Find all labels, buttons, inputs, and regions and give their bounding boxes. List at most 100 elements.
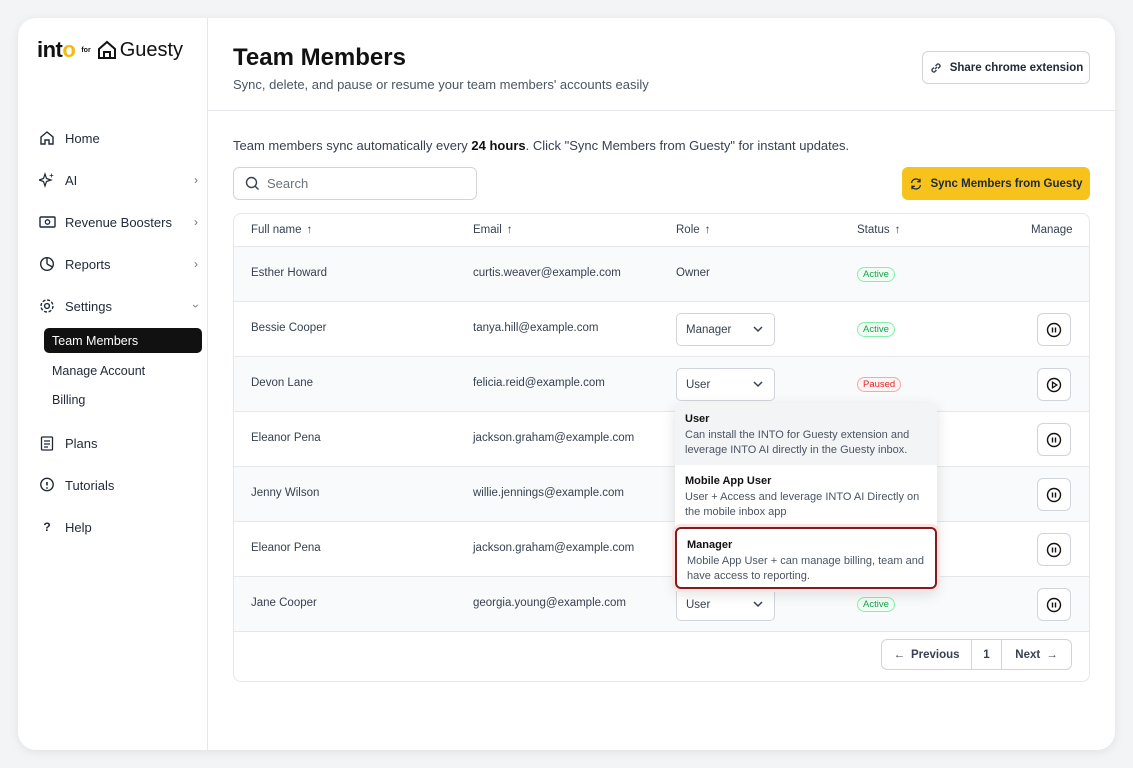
chevron-down-icon: › (189, 304, 203, 308)
sidebar-item-label: Revenue Boosters (65, 214, 172, 230)
column-header-status[interactable]: Status ↑ (857, 224, 900, 236)
pause-icon (1046, 597, 1062, 612)
page-title: Team Members (233, 44, 406, 71)
home-icon (38, 129, 56, 147)
column-header-label: Status (857, 224, 890, 236)
info-bubble-icon (38, 476, 56, 494)
chevron-down-icon (753, 601, 763, 608)
guesty-text: Guesty (119, 38, 184, 61)
member-name: Eleanor Pena (251, 432, 321, 444)
gear-icon (38, 297, 56, 315)
sidebar-item-tutorials[interactable]: Tutorials (38, 472, 198, 498)
pause-button[interactable] (1037, 423, 1071, 456)
money-icon (38, 213, 56, 231)
member-email: felicia.reid@example.com (473, 377, 605, 389)
share-chrome-extension-button[interactable]: Share chrome extension (922, 51, 1090, 84)
table-row: Esther Howard curtis.weaver@example.com … (234, 247, 1089, 302)
chevron-down-icon (753, 381, 763, 388)
sort-arrow-icon: ↑ (894, 224, 901, 236)
role-select-value: User (686, 598, 711, 611)
chevron-right-icon: › (194, 257, 198, 271)
table-row: Eleanor Pena jackson.graham@example.com (234, 412, 1089, 467)
app-window: into for Guesty Home AI › Revenue Booste… (18, 18, 1115, 750)
member-email: curtis.weaver@example.com (473, 267, 621, 279)
member-email: willie.jennings@example.com (473, 487, 625, 499)
member-email: georgia.young@example.com (473, 597, 626, 609)
chevron-right-icon: › (194, 215, 198, 229)
page-number-button[interactable]: 1 (972, 640, 1002, 669)
chevron-right-icon: › (194, 173, 198, 187)
member-name: Jenny Wilson (251, 487, 320, 499)
member-email: tanya.hill@example.com (473, 322, 599, 334)
pause-button[interactable] (1037, 533, 1071, 566)
role-select-value: User (686, 378, 711, 391)
member-name: Esther Howard (251, 267, 328, 279)
sidebar-item-plans[interactable]: Plans (38, 430, 198, 456)
sidebar-item-billing[interactable]: Billing (44, 387, 202, 412)
role-select[interactable]: User (676, 588, 775, 621)
sidebar-item-help[interactable]: ? Help (38, 514, 198, 540)
status-badge: Active (857, 267, 895, 282)
table-row: Devon Lane felicia.reid@example.com User… (234, 357, 1089, 412)
column-header-name[interactable]: Full name ↑ (251, 224, 312, 236)
sparkle-icon (38, 171, 56, 189)
sidebar: into for Guesty Home AI › Revenue Booste… (18, 18, 208, 750)
sidebar-item-reports[interactable]: Reports › (38, 251, 198, 277)
resume-button[interactable] (1037, 368, 1071, 401)
role-option-user[interactable]: User Can install the INTO for Guesty ext… (675, 403, 937, 465)
sidebar-item-ai[interactable]: AI › (38, 167, 198, 193)
sidebar-item-team-members[interactable]: Team Members (44, 328, 202, 353)
role-option-mobile-app-user[interactable]: Mobile App User User + Access and levera… (675, 465, 937, 527)
logo: into for Guesty (37, 37, 184, 62)
search-icon (245, 176, 259, 190)
table-header: Full name ↑ Email ↑ Role ↑ Status ↑ Manage (234, 214, 1089, 247)
play-icon (1046, 377, 1062, 392)
info-suffix: . Click "Sync Members from Guesty" for i… (525, 138, 850, 153)
role-option-manager[interactable]: Manager Mobile App User + can manage bil… (675, 527, 937, 589)
role-option-title: User (685, 413, 710, 425)
pie-chart-icon (38, 255, 56, 273)
column-header-role[interactable]: Role ↑ (676, 224, 710, 236)
arrow-left-icon: ← (893, 648, 905, 661)
clipboard-icon (38, 434, 56, 452)
status-badge: Active (857, 597, 895, 612)
info-prefix: Team members sync automatically every (233, 138, 472, 153)
member-email: jackson.graham@example.com (473, 432, 635, 444)
pagination: ← Previous 1 Next → (881, 639, 1072, 670)
table-row: Jane Cooper georgia.young@example.com Us… (234, 577, 1089, 632)
sidebar-item-manage-account[interactable]: Manage Account (44, 358, 202, 383)
status-badge: Active (857, 322, 895, 337)
sidebar-item-label: AI (65, 172, 78, 188)
role-select[interactable]: User (676, 368, 775, 401)
sidebar-item-revenue-boosters[interactable]: Revenue Boosters › (38, 209, 198, 235)
role-select-value: Manager (686, 323, 732, 336)
table-row: Bessie Cooper tanya.hill@example.com Man… (234, 302, 1089, 357)
house-icon (97, 40, 116, 59)
column-header-label: Role (676, 224, 700, 236)
role-dropdown-menu: User Can install the INTO for Guesty ext… (675, 403, 937, 590)
sidebar-item-label: Plans (65, 435, 98, 451)
next-page-button[interactable]: Next → (1002, 640, 1071, 669)
previous-page-button[interactable]: ← Previous (882, 640, 972, 669)
role-option-title: Manager (687, 539, 733, 551)
sort-arrow-icon: ↑ (704, 224, 711, 236)
sync-members-button[interactable]: Sync Members from Guesty (902, 167, 1090, 200)
pause-button[interactable] (1037, 478, 1071, 511)
team-members-table: Full name ↑ Email ↑ Role ↑ Status ↑ Manage E… (233, 213, 1090, 682)
sort-arrow-icon: ↑ (506, 224, 513, 236)
arrow-right-icon: → (1046, 648, 1058, 661)
member-name: Eleanor Pena (251, 542, 321, 554)
column-header-email[interactable]: Email ↑ (473, 224, 513, 236)
pause-button[interactable] (1037, 588, 1071, 621)
pause-button[interactable] (1037, 313, 1071, 346)
page-subtitle: Sync, delete, and pause or resume your t… (233, 77, 649, 92)
search-input[interactable]: Search (233, 167, 477, 200)
column-header-label: Email (473, 224, 502, 236)
role-select[interactable]: Manager (676, 313, 775, 346)
question-icon: ? (43, 520, 51, 534)
sync-icon (911, 177, 922, 190)
sidebar-item-home[interactable]: Home (38, 125, 198, 151)
sidebar-item-settings[interactable]: Settings › (38, 293, 203, 319)
share-label: Share chrome extension (949, 61, 1084, 74)
member-email: jackson.graham@example.com (473, 542, 635, 554)
